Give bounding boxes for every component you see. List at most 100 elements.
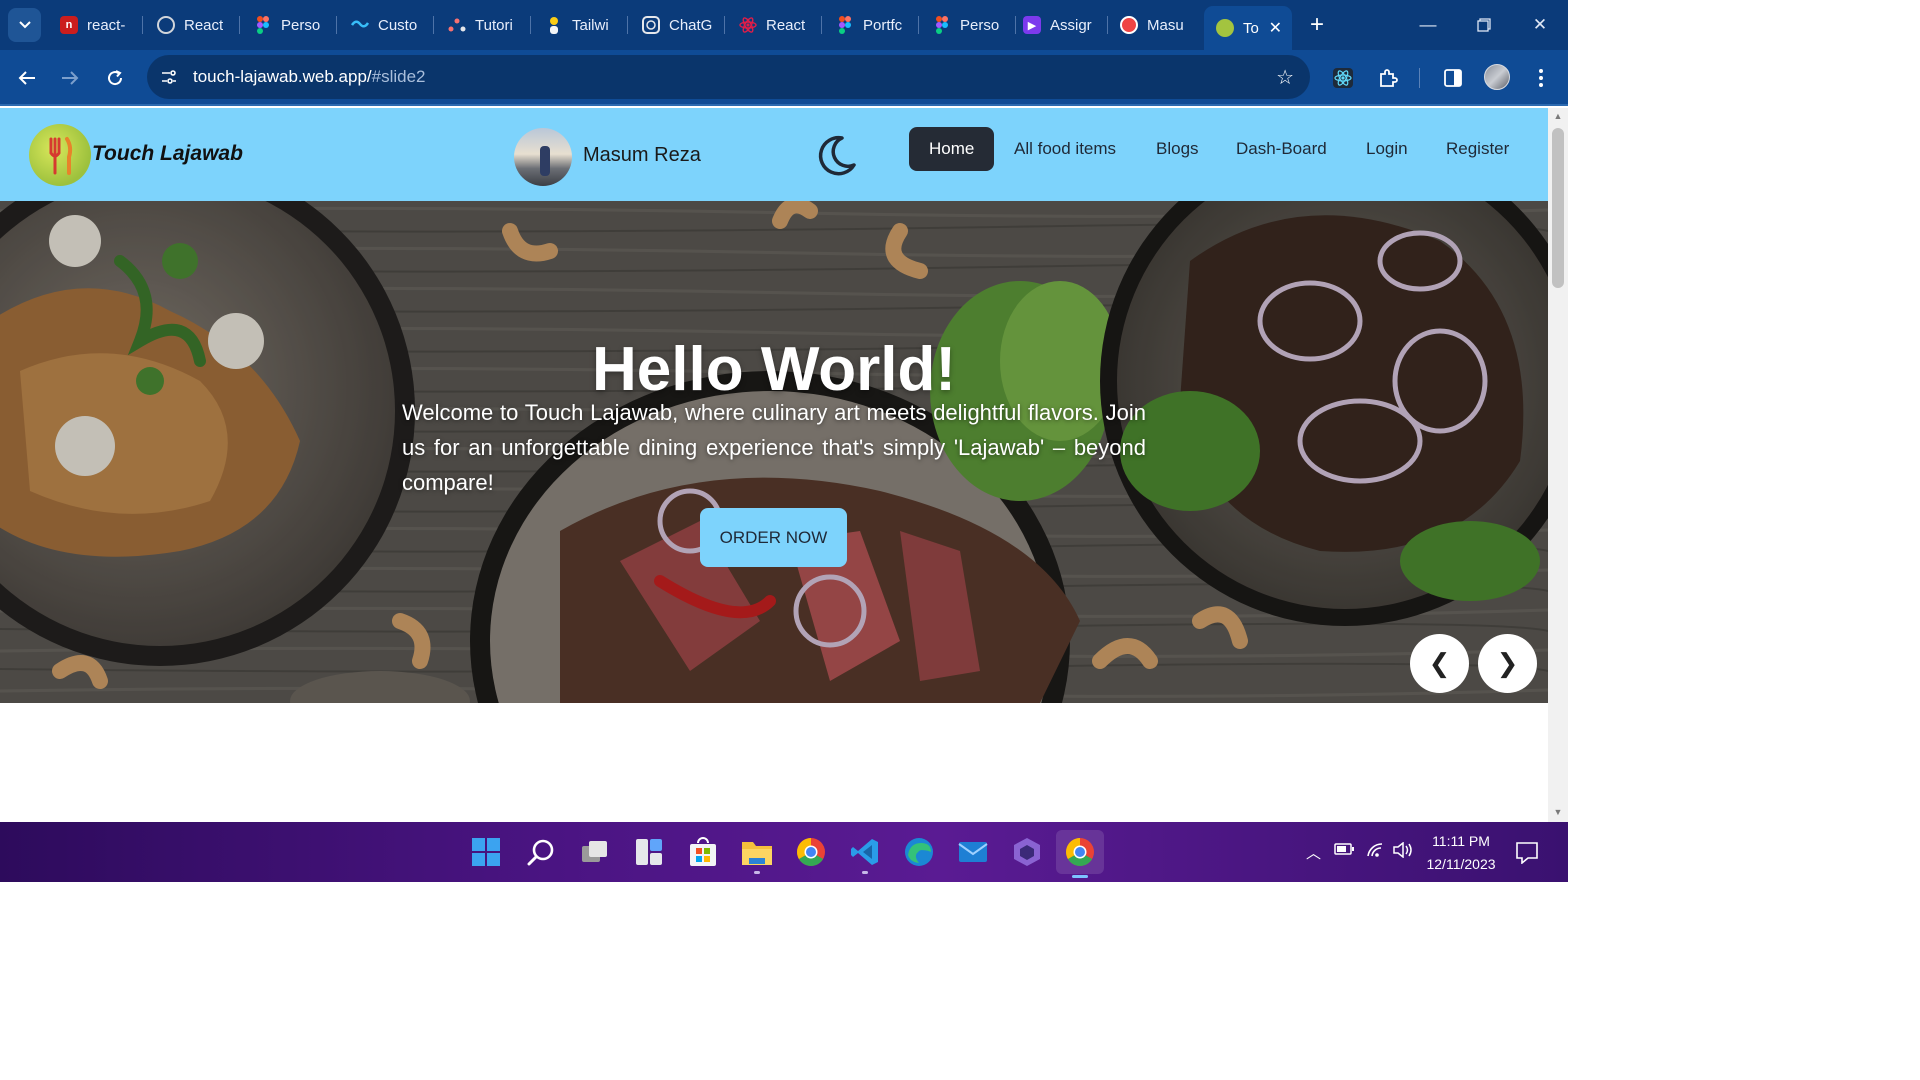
mail-icon bbox=[958, 842, 988, 862]
tab-react-2[interactable]: React bbox=[145, 8, 242, 42]
edge-button[interactable] bbox=[901, 834, 937, 870]
battery-icon[interactable] bbox=[1334, 842, 1354, 859]
notifications-icon[interactable] bbox=[1514, 840, 1540, 865]
tab-react-1[interactable]: n react- bbox=[48, 8, 145, 42]
widgets-icon bbox=[636, 839, 662, 865]
task-view-icon bbox=[582, 841, 607, 862]
start-button[interactable] bbox=[468, 834, 504, 870]
hero-description: Welcome to Touch Lajawab, where culinary… bbox=[402, 400, 1146, 495]
chevron-up-icon[interactable]: ︿ bbox=[1306, 842, 1321, 863]
tab-label: Assigr bbox=[1050, 16, 1092, 34]
system-clock[interactable]: 11:11 PM 12/11/2023 bbox=[1418, 830, 1504, 876]
taskbar-search-button[interactable] bbox=[523, 834, 559, 870]
scroll-thumb[interactable] bbox=[1552, 128, 1564, 288]
figma-icon bbox=[933, 16, 951, 34]
brand-name[interactable]: Touch Lajawab bbox=[92, 142, 243, 166]
nav-dashboard[interactable]: Dash-Board bbox=[1216, 127, 1347, 171]
tab-label: Portfc bbox=[863, 16, 903, 34]
clock-time: 11:11 PM bbox=[1432, 833, 1490, 849]
tab-label: Perso bbox=[960, 16, 1000, 34]
file-explorer-button[interactable] bbox=[739, 834, 775, 874]
order-now-button[interactable]: ORDER NOW bbox=[700, 508, 847, 567]
nav-login[interactable]: Login bbox=[1346, 127, 1428, 171]
wifi-icon[interactable] bbox=[1366, 842, 1386, 862]
site-navbar: Touch Lajawab Masum Reza Home All food i… bbox=[0, 108, 1548, 201]
chevron-down-icon bbox=[18, 21, 31, 29]
n-icon: n bbox=[60, 16, 78, 34]
tab-label: Masu bbox=[1147, 16, 1184, 34]
windows-taskbar: ︿ 11:11 PM 12/11/2023 bbox=[0, 822, 1568, 882]
react-devtools-icon[interactable] bbox=[1328, 63, 1358, 93]
nav-register[interactable]: Register bbox=[1426, 127, 1529, 171]
tab-react-3[interactable]: React bbox=[727, 8, 824, 42]
site-logo[interactable] bbox=[29, 124, 91, 186]
url-host: touch-lajawab.web.app/ bbox=[193, 67, 372, 86]
site-info-icon[interactable] bbox=[149, 57, 189, 97]
search-icon bbox=[527, 839, 554, 866]
minimize-button[interactable]: — bbox=[1400, 8, 1456, 42]
vscode-icon bbox=[851, 839, 878, 865]
scroll-down-icon[interactable]: ▼ bbox=[1552, 807, 1564, 819]
new-tab-button[interactable]: + bbox=[1302, 10, 1332, 40]
nav-all-food-items[interactable]: All food items bbox=[994, 127, 1136, 171]
touch-lajawab-icon bbox=[1216, 19, 1234, 37]
widgets-button[interactable] bbox=[631, 834, 667, 870]
power-automate-button[interactable] bbox=[1009, 834, 1045, 870]
prev-slide-button[interactable]: ❮ bbox=[1410, 634, 1469, 693]
hero-carousel: Hello World! Welcome to Touch Lajawab, w… bbox=[0, 201, 1548, 703]
address-bar[interactable]: touch-lajawab.web.app/#slide2 ☆ bbox=[147, 55, 1310, 99]
volume-icon[interactable] bbox=[1392, 841, 1414, 862]
chrome-button[interactable] bbox=[793, 834, 829, 870]
dark-mode-toggle[interactable] bbox=[812, 133, 858, 179]
chrome-icon bbox=[1066, 838, 1094, 866]
tab-custom[interactable]: Custo bbox=[339, 8, 436, 42]
tab-tutorial[interactable]: Tutori bbox=[436, 8, 533, 42]
moon-icon bbox=[818, 135, 856, 176]
tab-figma-personal[interactable]: Perso bbox=[242, 8, 339, 42]
reload-button[interactable] bbox=[97, 60, 133, 96]
next-slide-button[interactable]: ❯ bbox=[1478, 634, 1537, 693]
clock-date: 12/11/2023 bbox=[1426, 856, 1496, 872]
tab-search-button[interactable] bbox=[8, 8, 41, 42]
tab-label: Tutori bbox=[475, 16, 513, 34]
user-avatar[interactable] bbox=[514, 128, 572, 186]
chrome-active-button[interactable] bbox=[1056, 830, 1104, 878]
mail-button[interactable] bbox=[955, 834, 991, 870]
close-icon[interactable]: ✕ bbox=[1269, 18, 1282, 38]
vscode-button[interactable] bbox=[847, 834, 883, 874]
side-panel-icon[interactable] bbox=[1438, 63, 1468, 93]
extensions-icon[interactable] bbox=[1373, 63, 1403, 93]
tab-masum[interactable]: Masu bbox=[1108, 8, 1205, 42]
tab-chatgpt[interactable]: ChatG bbox=[630, 8, 727, 42]
browser-toolbar: touch-lajawab.web.app/#slide2 ☆ bbox=[0, 50, 1568, 106]
more-menu-icon[interactable] bbox=[1526, 63, 1556, 93]
restore-button[interactable] bbox=[1456, 8, 1512, 42]
figma-icon bbox=[254, 16, 272, 34]
url-text: touch-lajawab.web.app/#slide2 bbox=[193, 67, 426, 87]
browser-tab-strip: n react- React Perso Custo Tutori Tailwi bbox=[0, 0, 1568, 50]
tab-figma-personal-2[interactable]: Perso bbox=[921, 8, 1018, 42]
task-view-button[interactable] bbox=[577, 834, 613, 870]
back-button[interactable] bbox=[9, 60, 45, 96]
tab-tailwind[interactable]: Tailwi bbox=[533, 8, 630, 42]
tab-label: react- bbox=[87, 16, 126, 34]
windows-logo-icon bbox=[472, 838, 500, 866]
tab-assignment[interactable]: ▶ Assigr bbox=[1011, 8, 1108, 42]
react-icon bbox=[739, 16, 757, 34]
tab-touch-lajawab[interactable]: To ✕ bbox=[1204, 6, 1292, 50]
forward-button[interactable] bbox=[52, 60, 88, 96]
microsoft-store-button[interactable] bbox=[685, 834, 721, 870]
nav-blogs[interactable]: Blogs bbox=[1136, 127, 1219, 171]
user-name: Masum Reza bbox=[583, 144, 701, 166]
page-scrollbar[interactable]: ▲ ▼ bbox=[1548, 108, 1568, 822]
scroll-up-icon[interactable]: ▲ bbox=[1552, 111, 1564, 123]
bookmark-star-icon[interactable]: ☆ bbox=[1276, 65, 1294, 90]
avatar-icon bbox=[1120, 16, 1138, 34]
arrow-right-icon bbox=[62, 71, 79, 85]
person-icon bbox=[545, 16, 563, 34]
edge-icon bbox=[905, 838, 933, 866]
profile-avatar[interactable] bbox=[1484, 64, 1510, 90]
tab-figma-portfolio[interactable]: Portfc bbox=[824, 8, 921, 42]
nav-home[interactable]: Home bbox=[909, 127, 995, 171]
close-window-button[interactable]: ✕ bbox=[1512, 8, 1568, 42]
